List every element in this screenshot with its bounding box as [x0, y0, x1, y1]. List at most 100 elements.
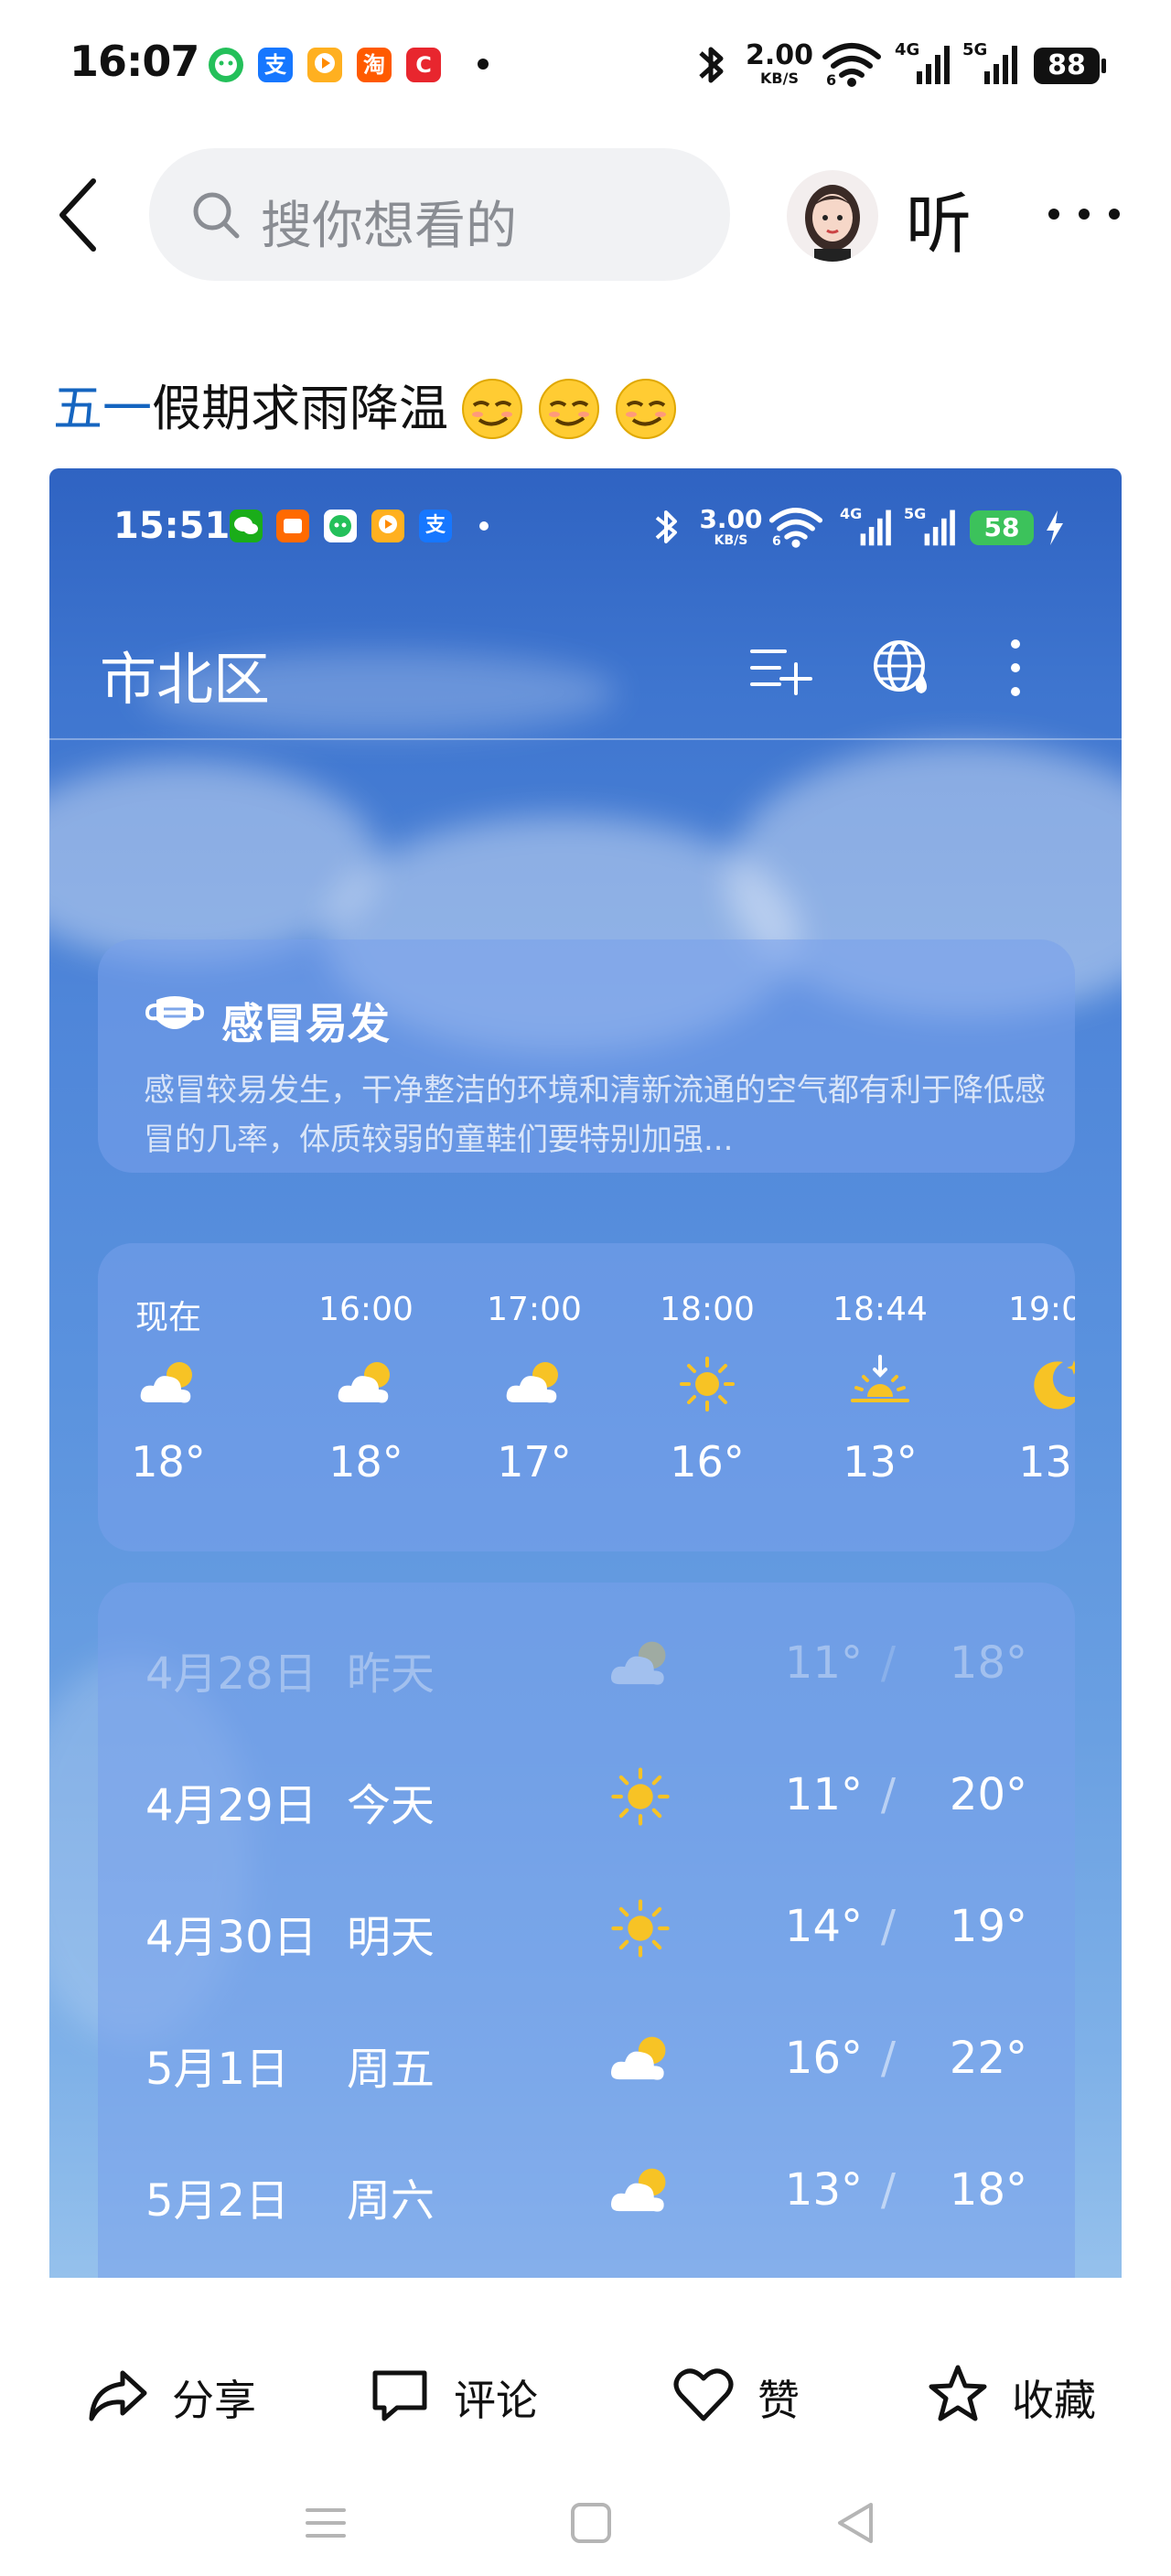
header-divider [49, 738, 1122, 740]
day-high: 20° [949, 1769, 1027, 1820]
share-label: 分享 [172, 2376, 256, 2425]
daily-row: 5月1日 周五 16° / 22° [98, 2022, 1075, 2095]
post-image-weather-screenshot[interactable]: 15:51 支 3.00 KB/S 6 4G 5G 58 市北区 感冒易发 感冒… [49, 468, 1122, 2278]
avatar[interactable] [787, 170, 878, 262]
signal-4g-icon [860, 510, 891, 546]
app-more-icon[interactable] [997, 633, 1034, 703]
day-low: 11° [784, 1637, 863, 1689]
partly-cloudy-icon [610, 2036, 666, 2080]
charging-bolt-icon [1047, 510, 1063, 545]
hourly-forecast-card[interactable]: 现在 18° 16:00 18° 17:00 17° 18:00 16° 18:… [98, 1243, 1075, 1551]
temp-separator: / [880, 1901, 896, 1952]
more-notifications-dot [478, 59, 489, 70]
wifi-sub-label: 6 [826, 71, 837, 89]
signal-4g-icon [917, 46, 950, 84]
system-navigation-bar [0, 2470, 1171, 2576]
comment-icon [372, 2370, 427, 2421]
hour-label: 现在 [134, 1299, 201, 1336]
day-date: 4月30日 [145, 1912, 317, 1963]
smirk-emoji-icon [539, 379, 599, 439]
temp-separator: / [880, 2033, 896, 2084]
alipay-icon: 支 [258, 48, 293, 82]
comment-label: 评论 [454, 2376, 538, 2425]
day-low: 13° [784, 2164, 863, 2216]
sunset-icon [851, 1355, 909, 1402]
screen: 16:07 支 淘 C 2.00 KB/S 6 4G 5G 88 搜你想看的 听… [0, 0, 1171, 2576]
bluetooth-icon [699, 47, 724, 83]
search-input[interactable]: 搜你想看的 [261, 185, 517, 259]
hour-label: 18:00 [660, 1291, 755, 1328]
share-icon [89, 2370, 147, 2421]
day-name: 今天 [347, 1780, 435, 1831]
signal-5g-icon [924, 510, 955, 546]
city-list-add-icon[interactable] [745, 633, 814, 703]
back-arrow-icon[interactable] [51, 174, 106, 256]
hour-label: 17:00 [487, 1291, 582, 1328]
daily-row: 4月28日 昨天 11° / 18° [98, 1626, 1075, 1700]
day-name: 昨天 [347, 1648, 435, 1700]
app-notification-icon [324, 510, 357, 542]
partly-cloudy-icon [338, 1362, 390, 1403]
sun-icon [611, 1767, 670, 1826]
search-bar[interactable]: 搜你想看的 [149, 148, 730, 281]
like-button[interactable]: 赞 [670, 2351, 834, 2442]
globe-icon[interactable] [868, 633, 938, 703]
day-date: 4月29日 [145, 1780, 317, 1831]
network-speed: 2.00 KB/S [745, 39, 814, 87]
daily-row: 4月29日 今天 11° / 20° [98, 1758, 1075, 1831]
post-title: 五一假期求雨降温 [53, 368, 679, 442]
home-icon[interactable] [567, 2499, 615, 2547]
share-button[interactable]: 分享 [84, 2351, 285, 2442]
smirk-emoji-icon [462, 379, 522, 439]
city-name: 市北区 [100, 646, 271, 713]
recent-apps-icon[interactable] [302, 2501, 349, 2545]
alert-title: 感冒易发 [221, 999, 390, 1048]
like-label: 赞 [757, 2376, 800, 2425]
cold-alert-card[interactable]: 感冒易发 感冒较易发生，干净整洁的环境和清新流通的空气都有利于降低感冒的几率，体… [98, 939, 1075, 1173]
day-name: 周六 [347, 2175, 435, 2227]
hour-temp: 13° [1018, 1437, 1075, 1487]
day-high: 22° [949, 2033, 1027, 2084]
day-date: 4月28日 [145, 1648, 317, 1700]
app-notification-icon [209, 48, 243, 82]
heart-icon [673, 2368, 734, 2421]
temp-separator: / [880, 1769, 896, 1820]
inner-wifi-sub-label: 6 [772, 534, 781, 549]
daily-forecast-card[interactable]: 4月28日 昨天 11° / 18° 4月29日 今天 11° / 20° 4月… [98, 1583, 1075, 2278]
sun-icon [680, 1357, 735, 1411]
video-app-icon [307, 48, 342, 82]
status-bar: 16:07 支 淘 C 2.00 KB/S 6 4G 5G 88 [0, 0, 1171, 137]
favorite-button[interactable]: 收藏 [924, 2351, 1125, 2442]
day-date: 5月2日 [145, 2175, 290, 2227]
post-title-text: 假期求雨降温 [152, 380, 448, 437]
alipay-icon: 支 [419, 510, 452, 542]
hour-label: 16:00 [318, 1291, 414, 1328]
day-low: 16° [784, 2033, 863, 2084]
day-high: 18° [949, 1637, 1027, 1689]
day-date: 5月1日 [145, 2044, 290, 2095]
hour-temp: 17° [497, 1437, 572, 1487]
topic-link[interactable]: 五一 [53, 380, 152, 437]
daily-row: 5月2日 周六 13° / 18° [98, 2153, 1075, 2227]
inner-battery-indicator: 58 [970, 510, 1034, 545]
signal-5g-icon [984, 46, 1017, 84]
listen-button[interactable]: 听 [906, 170, 972, 266]
comment-button[interactable]: 评论 [366, 2351, 567, 2442]
moon-icon [1034, 1360, 1075, 1410]
sun-icon [611, 1899, 670, 1958]
day-name: 明天 [347, 1912, 435, 1963]
daily-row: 4月30日 明天 14° / 19° [98, 1890, 1075, 1963]
more-options-icon[interactable] [1043, 203, 1125, 225]
taobao-icon: 淘 [357, 48, 392, 82]
inner-network-speed: 3.00 KB/S [699, 504, 763, 548]
taobao-icon [276, 510, 309, 542]
partly-cloudy-icon [610, 1641, 666, 1685]
day-name: 周五 [347, 2044, 435, 2095]
partly-cloudy-icon [506, 1362, 558, 1403]
c-app-icon: C [406, 48, 441, 82]
smirk-emoji-icon [616, 379, 676, 439]
partly-cloudy-icon [610, 2168, 666, 2212]
star-icon [929, 2365, 987, 2421]
back-nav-icon[interactable] [833, 2499, 880, 2547]
bluetooth-icon [655, 510, 677, 543]
